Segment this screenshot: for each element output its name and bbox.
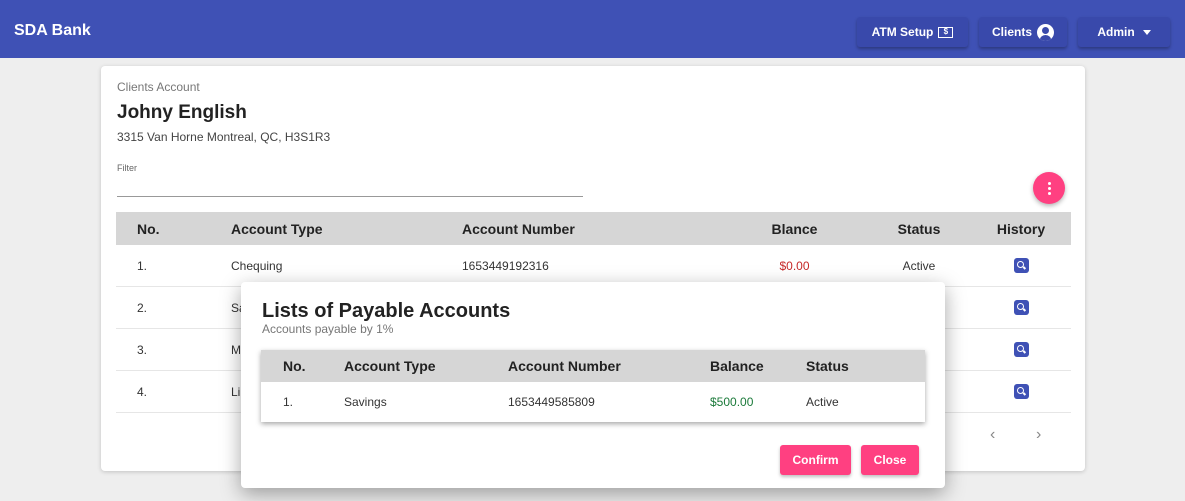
- filter-label: Filter: [117, 163, 137, 173]
- payable-table-header: No. Account Type Account Number Balance …: [261, 350, 925, 382]
- top-app-bar: SDA Bank ATM Setup $ Clients Admin: [0, 0, 1185, 58]
- table-row: 1. Savings 1653449585809 $500.00 Active: [261, 382, 925, 422]
- admin-label: Admin: [1097, 25, 1135, 39]
- row-no: 2.: [137, 300, 148, 315]
- pager-prev-button[interactable]: ‹: [990, 426, 995, 444]
- row-account-number: 1653449585809: [508, 395, 595, 409]
- brand-title[interactable]: SDA Bank: [14, 22, 91, 40]
- col-header-no: No.: [283, 358, 306, 374]
- col-header-status: Status: [806, 358, 849, 374]
- history-search-icon[interactable]: [1013, 342, 1029, 358]
- row-no: 4.: [137, 384, 148, 399]
- row-no: 1.: [283, 395, 294, 409]
- col-header-history: History: [996, 220, 1046, 237]
- col-header-account-type: Account Type: [344, 358, 436, 374]
- admin-menu-button[interactable]: Admin: [1078, 17, 1170, 47]
- history-search-icon[interactable]: [1013, 300, 1029, 316]
- client-address: 3315 Van Horne Montreal, QC, H3S1R3: [117, 130, 331, 144]
- accounts-table-header: No. Account Type Account Number Blance S…: [116, 212, 1071, 245]
- filter-input[interactable]: [117, 176, 583, 197]
- row-status: Active: [806, 395, 839, 409]
- col-header-account-number: Account Number: [508, 358, 621, 374]
- cash-icon: $: [938, 26, 954, 38]
- confirm-button[interactable]: Confirm: [780, 445, 851, 475]
- payable-accounts-table: No. Account Type Account Number Balance …: [261, 350, 925, 422]
- row-no: 1.: [137, 258, 148, 273]
- atm-setup-label: ATM Setup: [871, 25, 934, 39]
- more-vert-icon: [1047, 181, 1051, 185]
- table-row: 1. Chequing 1653449192316 $0.00 Active: [116, 245, 1071, 287]
- col-header-no: No.: [137, 220, 160, 237]
- col-header-status: Status: [897, 220, 941, 237]
- pager-next-button[interactable]: ›: [1036, 426, 1041, 444]
- clients-button[interactable]: Clients: [979, 17, 1067, 47]
- history-search-icon[interactable]: [1013, 384, 1029, 400]
- dialog-subtitle: Accounts payable by 1%: [262, 322, 394, 336]
- section-label: Clients Account: [117, 80, 200, 94]
- close-button[interactable]: Close: [861, 445, 919, 475]
- more-actions-button[interactable]: [1033, 172, 1065, 204]
- row-balance: $0.00: [779, 258, 810, 273]
- col-header-balance: Balance: [710, 358, 764, 374]
- client-name: Johny English: [117, 102, 247, 123]
- clients-label: Clients: [991, 25, 1032, 39]
- row-account-type: Chequing: [231, 258, 283, 273]
- caret-down-icon: [1142, 29, 1151, 35]
- row-account-number: 1653449192316: [462, 258, 549, 273]
- atm-setup-button[interactable]: ATM Setup $: [857, 17, 968, 47]
- col-header-account-number: Account Number: [462, 220, 575, 237]
- payable-accounts-dialog: Lists of Payable Accounts Accounts payab…: [241, 282, 945, 488]
- dialog-title: Lists of Payable Accounts: [262, 300, 511, 322]
- row-no: 3.: [137, 342, 148, 357]
- col-header-balance: Blance: [771, 220, 818, 237]
- row-account-type: Savings: [344, 395, 387, 409]
- row-balance: $500.00: [710, 395, 754, 409]
- user-circle-icon: [1037, 23, 1054, 41]
- col-header-account-type: Account Type: [231, 220, 323, 237]
- row-status: Active: [902, 258, 936, 273]
- history-search-icon[interactable]: [1013, 258, 1029, 274]
